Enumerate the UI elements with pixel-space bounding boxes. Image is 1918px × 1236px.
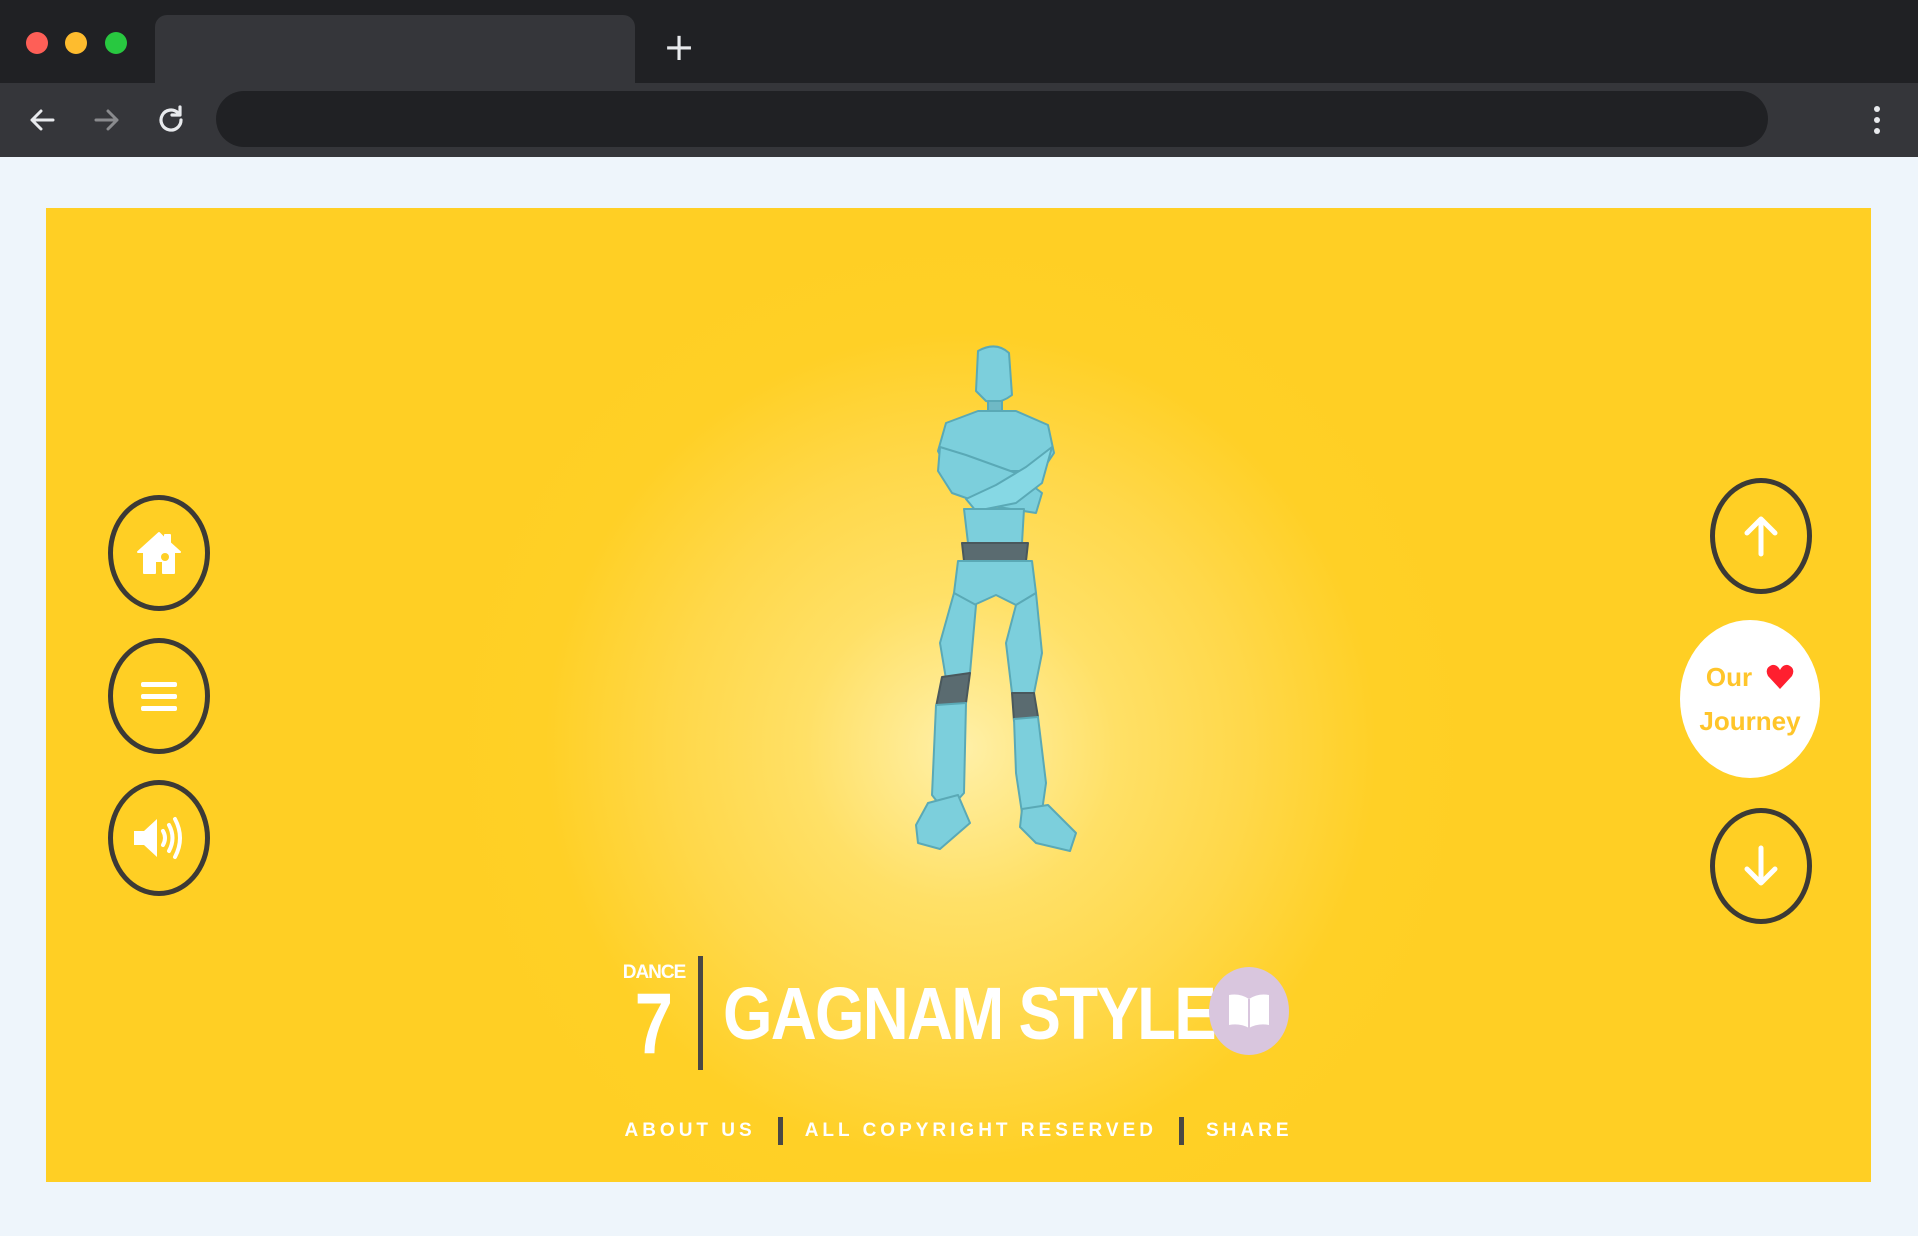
back-button[interactable] [22,100,62,140]
reload-icon [159,105,183,132]
menu-button[interactable] [108,638,210,754]
dancer-figure [915,345,1077,852]
footer-divider [1179,1117,1184,1145]
arrow-up-icon [1744,516,1778,557]
share-link[interactable]: SHARE [1206,1120,1293,1142]
dance-number: 7 [634,976,674,1072]
maximize-window-button[interactable] [105,32,127,54]
menu-dots-icon[interactable] [1862,100,1892,140]
new-tab-button[interactable]: + [660,28,698,66]
footer-divider [777,1117,783,1145]
heart-icon [1766,664,1794,689]
home-button[interactable] [108,495,210,611]
dance-number-block: DANCE 7 [623,962,687,1072]
sound-button[interactable] [108,780,210,896]
forward-arrow-icon [94,109,119,131]
book-icon [1229,994,1269,1028]
back-arrow-icon [30,109,55,131]
close-window-button[interactable] [26,32,48,54]
footer-links: ABOUT US ALL COPYRIGHT RESERVED SHARE [46,1115,1871,1147]
dance-stage: Our Journey DANCE 7 GAGNAM STYLE ABOUT U… [46,208,1871,1182]
dance-title-block: DANCE 7 GAGNAM STYLE [623,953,1295,1073]
forward-button[interactable] [87,100,127,140]
reload-button[interactable] [151,100,191,140]
browser-tab[interactable] [155,15,635,83]
minimize-window-button[interactable] [65,32,87,54]
title-divider [698,956,703,1070]
about-us-link[interactable]: ABOUT US [624,1120,755,1142]
next-dance-button[interactable] [1710,808,1812,924]
hamburger-icon [141,682,177,711]
speaker-icon [134,817,182,859]
page-content: Our Journey DANCE 7 GAGNAM STYLE ABOUT U… [0,157,1918,1236]
dance-name: GAGNAM STYLE [723,971,1217,1055]
address-bar[interactable] [216,91,1768,147]
browser-tab-bar: + [0,0,1918,83]
journey-label-line1: Our [1705,662,1753,692]
home-icon [137,532,181,574]
journey-label-line2: Journey [1699,706,1801,736]
arrow-down-icon [1744,845,1778,886]
copyright-text: ALL COPYRIGHT RESERVED [804,1120,1157,1141]
dance-info-button[interactable] [1209,967,1289,1055]
our-journey-button[interactable]: Our Journey [1680,620,1820,778]
previous-dance-button[interactable] [1710,478,1812,594]
browser-toolbar [0,83,1918,157]
